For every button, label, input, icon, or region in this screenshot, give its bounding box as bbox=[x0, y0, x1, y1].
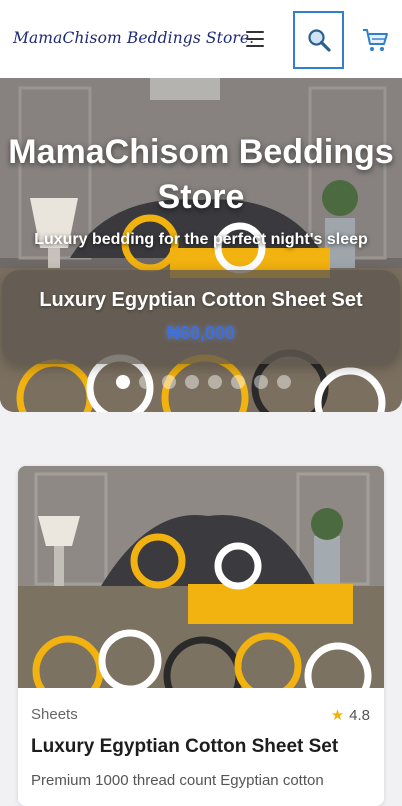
hero-subtitle: Luxury bedding for the perfect night's s… bbox=[34, 231, 368, 248]
carousel-dots bbox=[116, 375, 291, 389]
cart-button[interactable] bbox=[361, 26, 389, 54]
hero-title: MamaChisom Beddings Store bbox=[8, 133, 394, 217]
top-navbar: MamaChisom Beddings Store. bbox=[0, 0, 402, 78]
carousel-dot[interactable] bbox=[208, 375, 222, 389]
search-icon bbox=[307, 29, 331, 52]
star-icon: ★ bbox=[330, 707, 345, 724]
store-logo-text[interactable]: MamaChisom Beddings Store. bbox=[13, 29, 254, 47]
hero-slide-price: ₦60,000 bbox=[166, 323, 236, 343]
product-image bbox=[18, 466, 384, 688]
product-rating: ★ 4.8 bbox=[330, 706, 370, 725]
carousel-dot[interactable] bbox=[116, 375, 130, 389]
carousel-dot[interactable] bbox=[254, 375, 268, 389]
hero-slide-title: Luxury Egyptian Cotton Sheet Set bbox=[39, 289, 363, 311]
hero-slide-card[interactable]: Luxury Egyptian Cotton Sheet Set ₦60,000 bbox=[2, 270, 400, 364]
carousel-dot[interactable] bbox=[162, 375, 176, 389]
search-button[interactable] bbox=[293, 11, 344, 69]
product-category: Sheets bbox=[31, 706, 78, 723]
hero-carousel[interactable]: MamaChisom Beddings Store Luxury bedding… bbox=[0, 78, 402, 412]
product-title[interactable]: Luxury Egyptian Cotton Sheet Set bbox=[31, 736, 338, 758]
carousel-dot[interactable] bbox=[185, 375, 199, 389]
cart-icon bbox=[363, 29, 388, 51]
carousel-dot[interactable] bbox=[277, 375, 291, 389]
product-description: Premium 1000 thread count Egyptian cotto… bbox=[31, 772, 324, 789]
product-card[interactable]: Sheets ★ 4.8 Luxury Egyptian Cotton Shee… bbox=[18, 466, 384, 806]
carousel-dot[interactable] bbox=[139, 375, 153, 389]
carousel-dot[interactable] bbox=[231, 375, 245, 389]
hamburger-menu-icon[interactable] bbox=[242, 25, 270, 53]
rating-value: 4.8 bbox=[349, 706, 370, 724]
